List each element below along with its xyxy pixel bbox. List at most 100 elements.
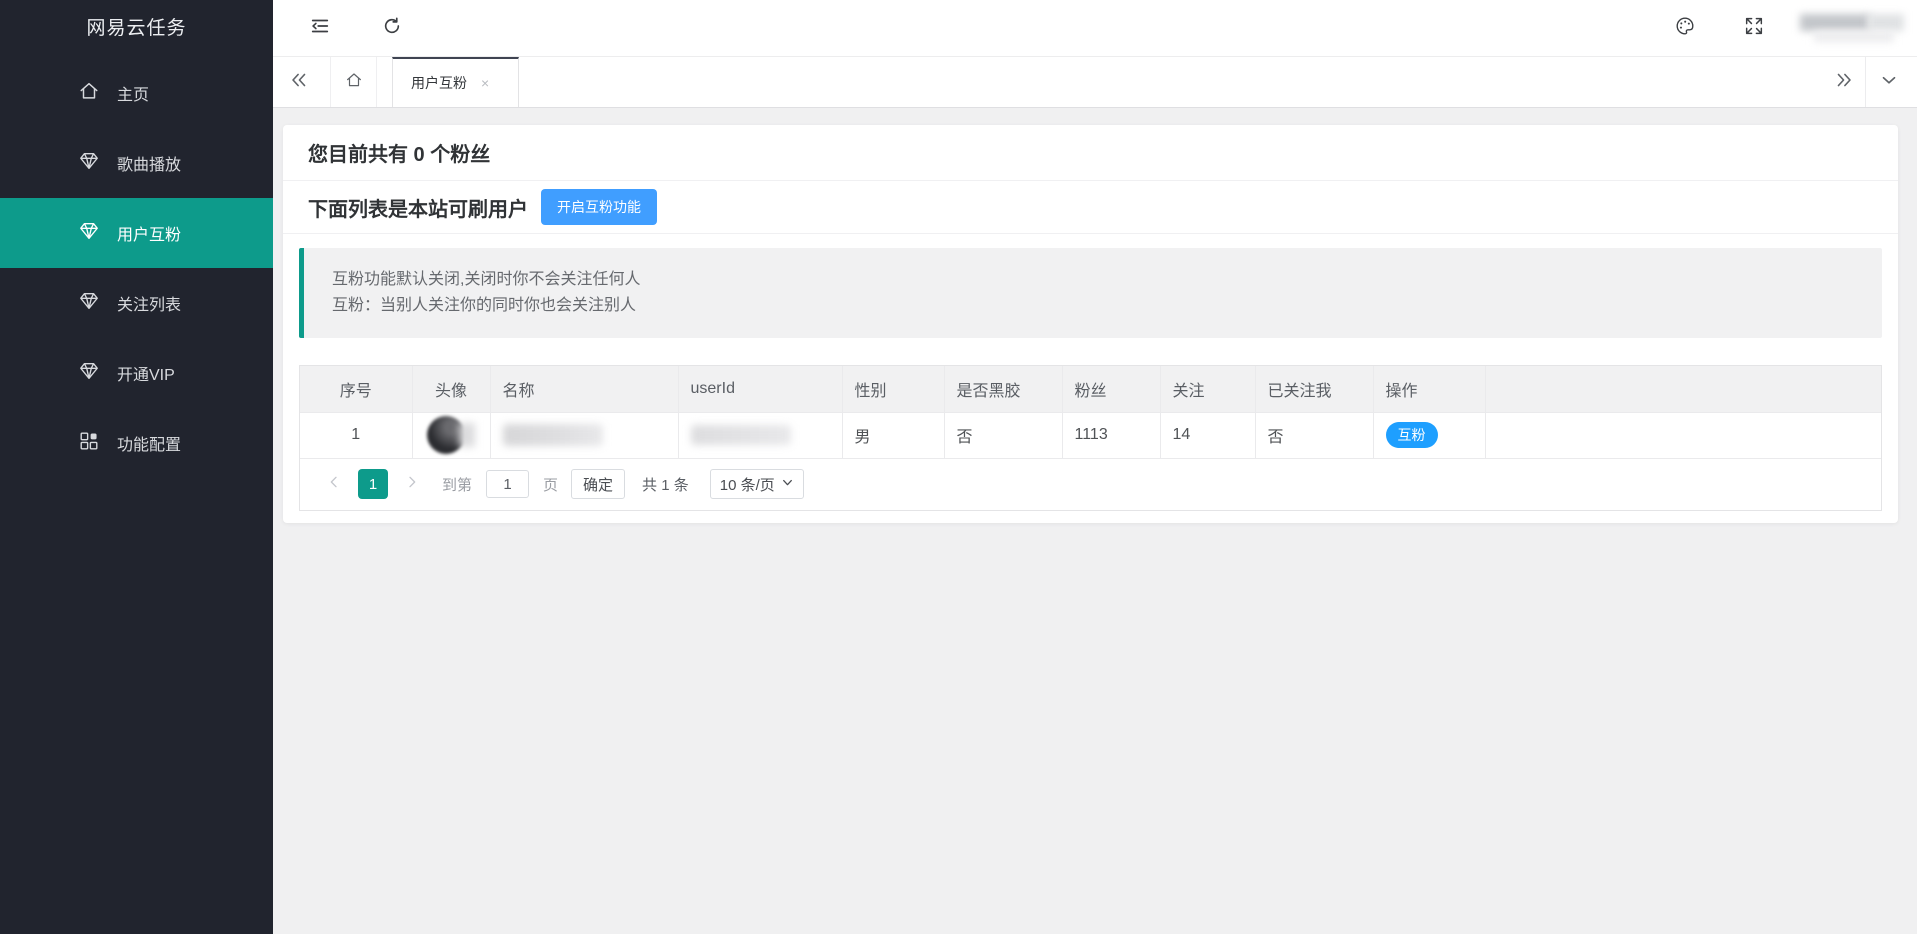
cell-fans: 1113 xyxy=(1062,412,1161,459)
notice-line-2: 互粉：当别人关注你的同时你也会关注别人 xyxy=(332,297,637,314)
sidebar-item-label: 主页 xyxy=(117,87,150,104)
header-userid: userId xyxy=(678,366,843,413)
header-index: 序号 xyxy=(300,366,413,413)
header-name: 名称 xyxy=(490,366,679,413)
tabbar: 用户互粉 × xyxy=(273,57,1917,108)
main-area: 用户互粉 × 您目前共有 0 个粉丝 下面列表是本站可刷用户 开启互粉功能 互粉… xyxy=(273,0,1917,934)
goto-page-label: 到第 xyxy=(442,476,473,494)
gem-icon xyxy=(78,220,100,247)
mutual-follow-card: 您目前共有 0 个粉丝 下面列表是本站可刷用户 开启互粉功能 互粉功能默认关闭,… xyxy=(283,125,1898,523)
sidebar-item-function-config[interactable]: 功能配置 xyxy=(0,408,273,478)
tabs-scroll-left-button[interactable] xyxy=(284,67,314,97)
cell-gender: 男 xyxy=(842,412,945,459)
refresh-icon xyxy=(381,15,403,42)
app-title: 网易云任务 xyxy=(86,18,187,39)
page-content: 您目前共有 0 个粉丝 下面列表是本站可刷用户 开启互粉功能 互粉功能默认关闭,… xyxy=(273,108,1917,934)
double-chevron-left-icon xyxy=(288,69,310,96)
avatar-blur-block xyxy=(1800,14,1870,31)
cell-follows: 14 xyxy=(1160,412,1256,459)
app-root: 网易云任务 主页 歌曲播放 用户互粉 关注列表 开通VIP 功能配置 用户互粉 … xyxy=(0,0,1917,934)
cell-action: 互粉 xyxy=(1373,412,1486,459)
notice-box: 互粉功能默认关闭,关闭时你不会关注任何人 互粉：当别人关注你的同时你也会关注别人 xyxy=(299,248,1882,338)
cell-empty xyxy=(1485,412,1881,459)
gem-icon xyxy=(78,290,100,317)
sidebar: 网易云任务 主页 歌曲播放 用户互粉 关注列表 开通VIP 功能配置 xyxy=(0,0,273,934)
header-avatar: 头像 xyxy=(412,366,491,413)
current-page-button[interactable]: 1 xyxy=(358,469,388,499)
fullscreen-icon xyxy=(1743,15,1765,42)
sidebar-item-home[interactable]: 主页 xyxy=(0,58,273,128)
cell-avatar xyxy=(412,412,491,459)
next-page-button[interactable] xyxy=(404,474,420,495)
users-table-container: 序号 头像 名称 userId 性别 是否黑胶 粉丝 关注 已关注我 操作 1 … xyxy=(299,365,1882,511)
chevron-right-icon xyxy=(404,474,420,495)
topbar xyxy=(273,0,1917,57)
sidebar-item-label: 功能配置 xyxy=(117,437,182,454)
tabs-menu-button[interactable] xyxy=(1874,67,1904,97)
collapse-sidebar-button[interactable] xyxy=(307,15,333,41)
user-avatar[interactable] xyxy=(1800,12,1906,44)
cell-userid xyxy=(678,412,843,459)
name-redacted-blur xyxy=(502,424,603,446)
header-empty xyxy=(1485,366,1881,413)
sidebar-item-mutual-follow[interactable]: 用户互粉 xyxy=(0,198,273,268)
tab-mutual-follow[interactable]: 用户互粉 × xyxy=(392,57,519,107)
avatar-blur-smudge xyxy=(459,423,475,447)
tabs-scroll-right-button[interactable] xyxy=(1829,67,1859,97)
cell-vinyl: 否 xyxy=(944,412,1063,459)
cell-followed-me: 否 xyxy=(1255,412,1374,459)
sidebar-item-label: 关注列表 xyxy=(117,297,182,314)
enable-mutual-follow-button[interactable]: 开启互粉功能 xyxy=(541,189,657,225)
home-icon xyxy=(78,80,100,107)
users-table: 序号 头像 名称 userId 性别 是否黑胶 粉丝 关注 已关注我 操作 1 … xyxy=(300,366,1881,459)
sidebar-item-label: 歌曲播放 xyxy=(117,157,182,174)
fans-summary-heading: 您目前共有 0 个粉丝 xyxy=(308,144,491,166)
chevron-down-icon xyxy=(1878,69,1900,96)
fullscreen-button[interactable] xyxy=(1741,15,1767,41)
cell-name xyxy=(490,412,679,459)
gem-icon xyxy=(78,150,100,177)
tab-home[interactable] xyxy=(330,57,377,107)
notice-line-1: 互粉功能默认关闭,关闭时你不会关注任何人 xyxy=(332,271,641,288)
table-row: 1 男 否 1113 14 否 互粉 xyxy=(300,412,1881,459)
sidebar-item-vip[interactable]: 开通VIP xyxy=(0,338,273,408)
goto-page-input[interactable] xyxy=(486,470,530,498)
avatar-blur-block xyxy=(1868,14,1904,31)
widgets-icon xyxy=(78,430,100,457)
header-vinyl: 是否黑胶 xyxy=(944,366,1063,413)
prev-page-button[interactable] xyxy=(326,474,342,495)
refresh-button[interactable] xyxy=(379,15,405,41)
double-chevron-right-icon xyxy=(1833,69,1855,96)
chevron-down-icon xyxy=(775,476,794,493)
home-icon xyxy=(345,71,363,94)
cell-index: 1 xyxy=(300,412,413,459)
page-size-value: 10 条/页 xyxy=(719,476,775,494)
table-header-row: 序号 头像 名称 userId 性别 是否黑胶 粉丝 关注 已关注我 操作 xyxy=(300,366,1881,413)
mutual-follow-action-button[interactable]: 互粉 xyxy=(1385,422,1438,448)
header-follows: 关注 xyxy=(1160,366,1256,413)
page-unit-label: 页 xyxy=(543,476,559,494)
sidebar-menu: 主页 歌曲播放 用户互粉 关注列表 开通VIP 功能配置 xyxy=(0,58,273,478)
userid-redacted-blur xyxy=(690,425,791,445)
total-count-label: 共 1 条 xyxy=(642,476,689,494)
page-size-select[interactable]: 10 条/页 xyxy=(709,469,804,499)
pagination-bar: 1 到第 页 确定 共 1 条 10 条/页 xyxy=(300,458,1881,510)
header-followed-me: 已关注我 xyxy=(1255,366,1374,413)
chevron-left-icon xyxy=(326,474,342,495)
header-fans: 粉丝 xyxy=(1062,366,1161,413)
close-tab-icon[interactable]: × xyxy=(481,76,489,90)
sidebar-item-follow-list[interactable]: 关注列表 xyxy=(0,268,273,338)
fans-summary-section: 您目前共有 0 个粉丝 xyxy=(283,125,1898,181)
avatar-blur-block xyxy=(1814,31,1894,42)
confirm-page-button[interactable]: 确定 xyxy=(571,469,626,499)
header-gender: 性别 xyxy=(842,366,945,413)
theme-button[interactable] xyxy=(1672,15,1698,41)
menu-fold-icon xyxy=(309,15,331,42)
header-action: 操作 xyxy=(1373,366,1486,413)
gem-icon xyxy=(78,360,100,387)
list-title-heading: 下面列表是本站可刷用户 xyxy=(308,198,528,221)
list-title-section: 下面列表是本站可刷用户 开启互粉功能 xyxy=(283,181,1898,234)
sidebar-item-label: 开通VIP xyxy=(117,367,175,384)
sidebar-item-song-play[interactable]: 歌曲播放 xyxy=(0,128,273,198)
tab-label: 用户互粉 xyxy=(411,75,467,91)
